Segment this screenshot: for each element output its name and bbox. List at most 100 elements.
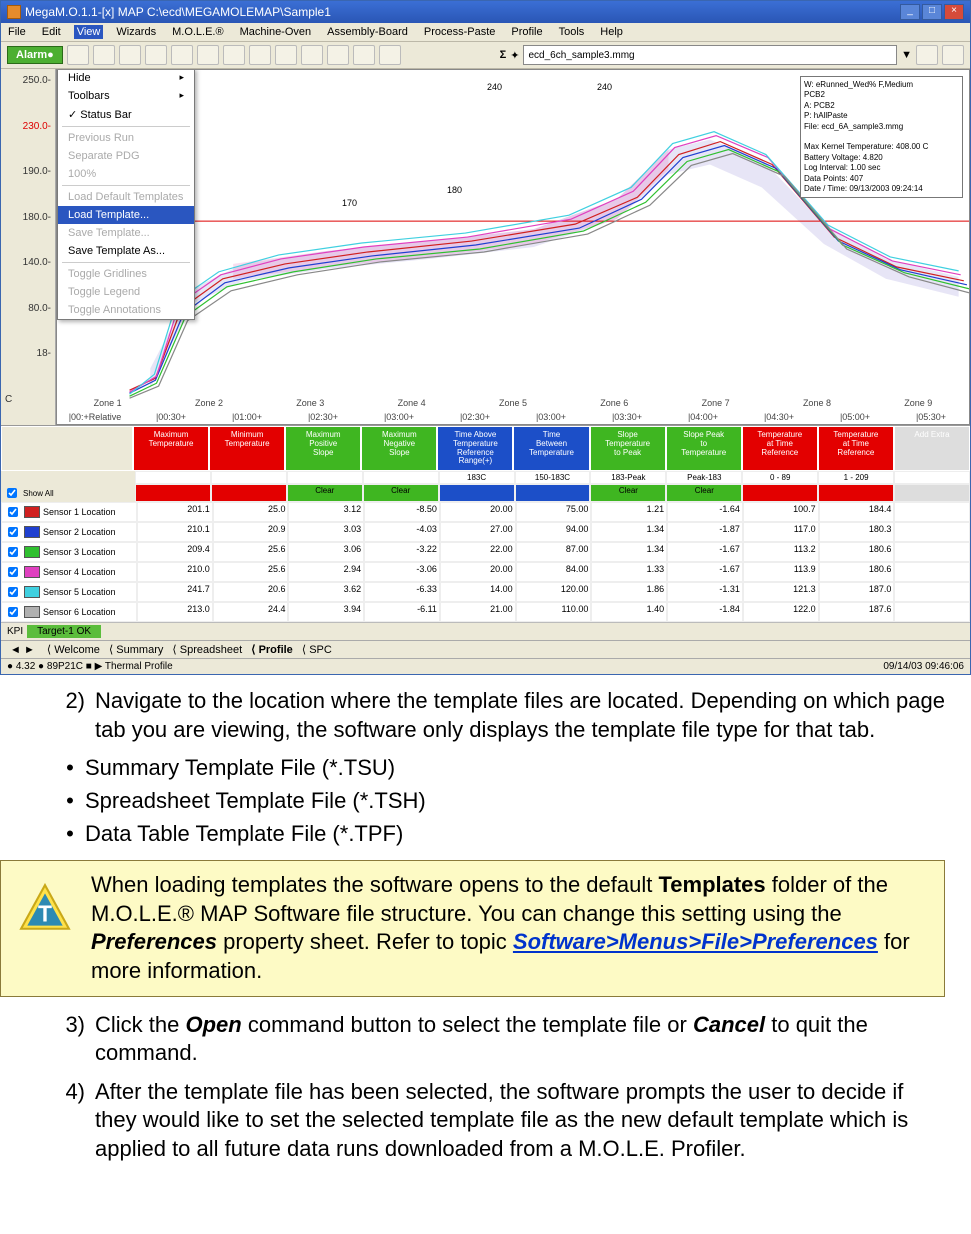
- tab-spc[interactable]: ⟨ SPC: [299, 644, 335, 656]
- menu-item: Previous Run: [58, 129, 194, 147]
- table-row[interactable]: Sensor 5 Location241.720.63.62-6.3314.00…: [1, 582, 970, 602]
- menu-item[interactable]: Load Template...: [58, 206, 194, 224]
- header-row: MaximumTemperatureMinimumTemperatureMaxi…: [1, 426, 970, 471]
- menu-item: Toggle Legend: [58, 283, 194, 301]
- tool-button[interactable]: [327, 45, 349, 65]
- menu-tools[interactable]: Tools: [556, 25, 588, 39]
- chart-top-label: 240: [487, 82, 502, 92]
- menu-item[interactable]: ✓ Status Bar: [58, 105, 194, 124]
- bullet-text: Spreadsheet Template File (*.TSH): [85, 787, 426, 816]
- kpi-label: KPI: [7, 626, 23, 637]
- zone-labels: Zone 1Zone 2Zone 3Zone 4Zone 5Zone 6Zone…: [57, 398, 969, 408]
- table-row[interactable]: Sensor 1 Location201.125.03.12-8.5020.00…: [1, 502, 970, 522]
- screenshot-window: MegaM.O.1.1-[x] MAP C:\ecd\MEGAMOLEMAP\S…: [0, 0, 971, 675]
- tool-button[interactable]: [145, 45, 167, 65]
- menu-item[interactable]: Save Template As...: [58, 242, 194, 260]
- column-header[interactable]: Time AboveTemperatureReferenceRange(+): [437, 426, 513, 471]
- table-row[interactable]: Sensor 6 Location213.024.43.94-6.1121.00…: [1, 602, 970, 622]
- menu-item: 100%: [58, 165, 194, 183]
- file-path-field[interactable]: ecd_6ch_sample3.mmg: [523, 45, 897, 65]
- tool-button[interactable]: [223, 45, 245, 65]
- kpi-bar: KPI Target-1 OK: [1, 622, 970, 640]
- menu-file[interactable]: File: [5, 25, 29, 39]
- tool-button[interactable]: [379, 45, 401, 65]
- tool-button[interactable]: [93, 45, 115, 65]
- step-number: 3): [55, 1011, 95, 1040]
- tool-button[interactable]: [275, 45, 297, 65]
- chart-area: 250.0-230.0-190.0-180.0-140.0-80.0-18-C …: [1, 69, 970, 425]
- menu-item: Toggle Annotations: [58, 301, 194, 319]
- tab-summary[interactable]: ⟨ Summary: [106, 644, 169, 656]
- maximize-button[interactable]: □: [922, 4, 942, 20]
- tool-button[interactable]: [67, 45, 89, 65]
- tool-button[interactable]: [301, 45, 323, 65]
- menu-profile[interactable]: Profile: [508, 25, 545, 39]
- menu-wizards[interactable]: Wizards: [113, 25, 159, 39]
- status-left: ● 4.32 ● 89P21C ■ ▶ Thermal Profile: [7, 661, 173, 672]
- bullet-text: Summary Template File (*.TSU): [85, 754, 395, 783]
- menu-item[interactable]: Hide▸: [58, 69, 194, 87]
- step-text: After the template file has been selecte…: [95, 1078, 945, 1164]
- close-button[interactable]: ×: [944, 4, 964, 20]
- menu-help[interactable]: Help: [597, 25, 626, 39]
- document-content: 2)Navigate to the location where the tem…: [0, 687, 971, 1163]
- chart-mid-label: 170: [342, 198, 357, 208]
- chart-top-label: 240: [597, 82, 612, 92]
- column-header[interactable]: MaximumTemperature: [133, 426, 209, 471]
- preferences-link[interactable]: Software>Menus>File>Preferences: [513, 929, 878, 954]
- window-title: MegaM.O.1.1-[x] MAP C:\ecd\MEGAMOLEMAP\S…: [25, 5, 331, 19]
- tool-button[interactable]: [249, 45, 271, 65]
- svg-text:T: T: [38, 901, 52, 927]
- show-all-checkbox[interactable]: [7, 488, 17, 498]
- alarm-indicator[interactable]: Alarm●: [7, 46, 63, 64]
- table-row[interactable]: Sensor 4 Location210.025.62.94-3.0620.00…: [1, 562, 970, 582]
- menu-edit[interactable]: Edit: [39, 25, 64, 39]
- menu-machine-oven[interactable]: Machine-Oven: [237, 25, 315, 39]
- minimize-button[interactable]: _: [900, 4, 920, 20]
- column-header[interactable]: Add Extra: [894, 426, 970, 471]
- column-header[interactable]: SlopeTemperatureto Peak: [590, 426, 666, 471]
- menu-item: Save Template...: [58, 224, 194, 242]
- tool-button[interactable]: [171, 45, 193, 65]
- menu-item[interactable]: Toolbars▸: [58, 87, 194, 105]
- column-header[interactable]: Temperatureat TimeReference: [818, 426, 894, 471]
- tip-note: T When loading templates the software op…: [0, 860, 945, 996]
- bullet-text: Data Table Template File (*.TPF): [85, 820, 403, 849]
- step-number: 2): [55, 687, 95, 716]
- data-table: MaximumTemperatureMinimumTemperatureMaxi…: [1, 425, 970, 674]
- menu-item: Toggle Gridlines: [58, 265, 194, 283]
- tab-profile[interactable]: ⟨ Profile: [248, 644, 299, 656]
- tool-button[interactable]: [119, 45, 141, 65]
- column-header[interactable]: MaximumPositiveSlope: [285, 426, 361, 471]
- table-row[interactable]: Sensor 2 Location210.120.93.03-4.0327.00…: [1, 522, 970, 542]
- menu-process-paste[interactable]: Process-Paste: [421, 25, 499, 39]
- tool-button[interactable]: [197, 45, 219, 65]
- status-bar: ● 4.32 ● 89P21C ■ ▶ Thermal Profile 09/1…: [1, 658, 970, 674]
- tool-button[interactable]: [353, 45, 375, 65]
- step-number: 4): [55, 1078, 95, 1107]
- table-row[interactable]: Sensor 3 Location209.425.63.06-3.2222.00…: [1, 542, 970, 562]
- column-header[interactable]: Slope PeaktoTemperature: [666, 426, 742, 471]
- column-header[interactable]: Temperatureat TimeReference: [742, 426, 818, 471]
- chart-info-box: W: eRunned_Wed% F,Medium PCB2A: PCB2P: h…: [800, 76, 963, 198]
- menu-view[interactable]: View: [74, 25, 104, 39]
- menu-assembly-board[interactable]: Assembly-Board: [324, 25, 411, 39]
- tool-button[interactable]: [942, 45, 964, 65]
- tab-welcome[interactable]: ⟨ Welcome: [44, 644, 106, 656]
- tool-button[interactable]: [916, 45, 938, 65]
- page-tabs: ◄ ► ⟨ Welcome ⟨ Summary ⟨ Spreadsheet ⟨ …: [1, 640, 970, 658]
- y-axis: 250.0-230.0-190.0-180.0-140.0-80.0-18-C: [1, 69, 56, 425]
- menu-m.o.l.e.®[interactable]: M.O.L.E.®: [169, 25, 227, 39]
- menu-item: Load Default Templates: [58, 188, 194, 206]
- column-header[interactable]: TimeBetweenTemperature: [513, 426, 589, 471]
- titlebar: MegaM.O.1.1-[x] MAP C:\ecd\MEGAMOLEMAP\S…: [1, 1, 970, 23]
- column-header[interactable]: MinimumTemperature: [209, 426, 285, 471]
- kpi-badge: Target-1 OK: [27, 625, 101, 638]
- time-labels: |00:+Relative|00:30+|01:00+|02:30+|03:00…: [57, 412, 969, 422]
- column-header[interactable]: MaximumNegativeSlope: [361, 426, 437, 471]
- app-icon: [7, 5, 21, 19]
- toolbar: Alarm● Σ ✦ ecd_6ch_sample3.mmg ▼: [1, 42, 970, 69]
- tab-spreadsheet[interactable]: ⟨ Spreadsheet: [169, 644, 248, 656]
- profile-chart[interactable]: Hide▸Toolbars▸✓ Status BarPrevious RunSe…: [56, 69, 970, 425]
- step-text: Click the Open command button to select …: [95, 1011, 945, 1068]
